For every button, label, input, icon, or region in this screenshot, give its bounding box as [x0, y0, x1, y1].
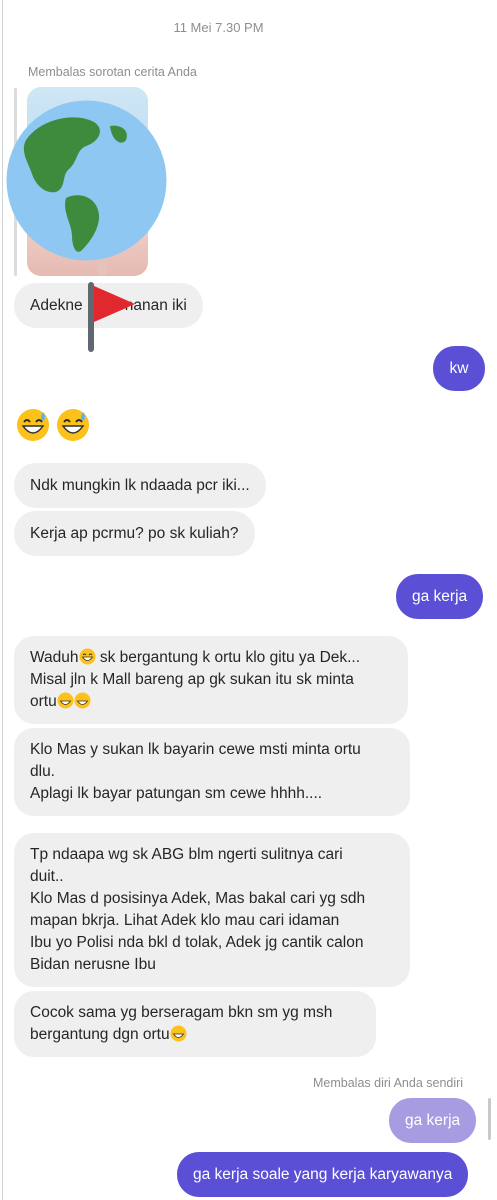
message-line: dlu.: [30, 763, 55, 780]
message-text: ga kerja: [405, 1112, 461, 1129]
grinning-sweat-emoji: [170, 1025, 187, 1042]
message-line: Tp ndaapa wg sk ABG blm ngerti sulitnya …: [30, 846, 343, 863]
grinning-sweat-emoji: [57, 692, 74, 709]
message-text: kw: [449, 360, 469, 377]
quoted-message[interactable]: ga kerja: [389, 1098, 477, 1143]
message-line: Aplagi lk bayar patungan sm cewe hhhh...…: [30, 785, 323, 802]
message-incoming[interactable]: Ndk mungkin lk ndaada pcr iki...: [14, 463, 266, 508]
message-incoming[interactable]: Tp ndaapa wg sk ABG blm ngerti sulitnya …: [14, 833, 410, 987]
grinning-sweat-emoji: [79, 648, 96, 665]
message-incoming[interactable]: Cocok sama yg berseragam bkn sm yg msh b…: [14, 991, 376, 1057]
grinning-sweat-emoji: [74, 692, 91, 709]
message-incoming[interactable]: Klo Mas y sukan lk bayarin cewe msti min…: [14, 728, 410, 816]
message-outgoing[interactable]: ga kerja: [396, 574, 484, 619]
grinning-sweat-emoji: [17, 409, 49, 441]
message-line: Waduh sk bergantung k ortu klo gitu ya D…: [30, 648, 361, 666]
red-flag-emoji: [88, 282, 135, 352]
message-line: Bidan nerusne Ibu: [30, 956, 156, 973]
story-reply-caption: Membalas sorotan cerita Anda: [28, 65, 197, 79]
message-line: ortu: [30, 691, 392, 713]
message-text: Kerja ap pcrmu? po sk kuliah?: [30, 525, 239, 542]
message-outgoing[interactable]: ga kerja soale yang kerja karyawanya: [177, 1152, 469, 1197]
globe-americas-emoji: [6, 100, 167, 261]
message-incoming[interactable]: Waduh sk bergantung k ortu klo gitu ya D…: [14, 636, 408, 724]
message-text: Ndk mungkin lk ndaada pcr iki...: [30, 477, 250, 494]
grinning-sweat-emoji: [57, 409, 90, 441]
message-text: ga kerja: [412, 588, 468, 605]
message-line: mapan bkrja. Lihat Adek klo mau cari ida…: [30, 912, 340, 929]
message-line: Cocok sama yg berseragam bkn sm yg msh: [30, 1004, 333, 1021]
message-line: Klo Mas d posisinya Adek, Mas bakal cari…: [30, 890, 366, 907]
message-line: Klo Mas y sukan lk bayarin cewe msti min…: [30, 741, 361, 758]
message-line: bergantung dgn ortu: [30, 1024, 360, 1046]
message-line: Ibu yo Polisi nda bkl d tolak, Adek jg c…: [30, 934, 364, 951]
scrollbar[interactable]: [488, 1098, 491, 1140]
message-line: duit..: [30, 868, 64, 885]
message-text: ga kerja soale yang kerja karyawanya: [193, 1166, 453, 1183]
message-outgoing[interactable]: kw: [433, 346, 485, 391]
message-incoming[interactable]: Kerja ap pcrmu? po sk kuliah?: [14, 511, 255, 556]
message-line: Misal jln k Mall bareng ap gk sukan itu …: [30, 671, 354, 688]
screen-edge-line: [2, 0, 3, 1200]
emoji-message[interactable]: [16, 408, 92, 442]
self-reply-caption: Membalas diri Anda sendiri: [313, 1076, 464, 1090]
chat-timestamp: 11 Mei 7.30 PM: [173, 20, 264, 35]
